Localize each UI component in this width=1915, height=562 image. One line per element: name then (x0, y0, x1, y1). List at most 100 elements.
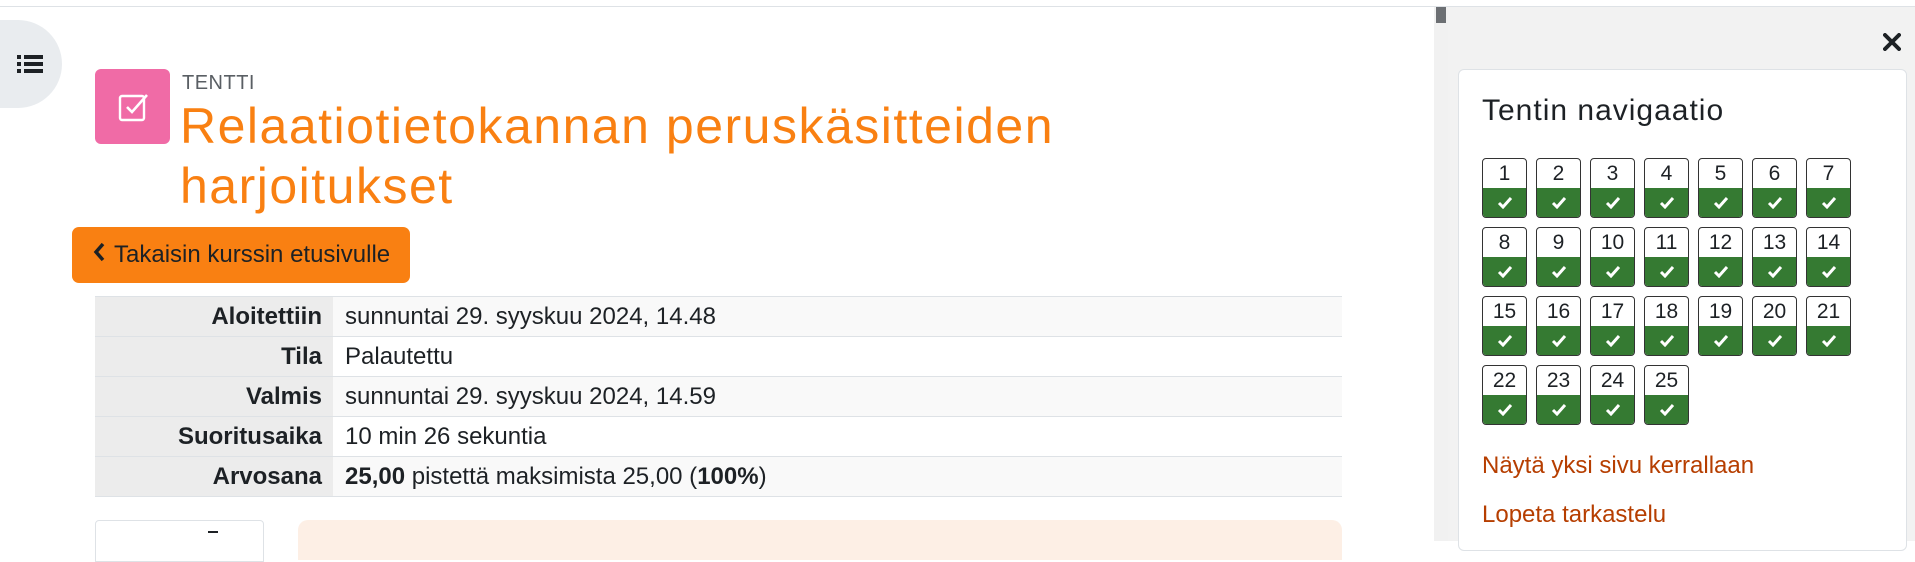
grade-text: pistettä maksimista 25,00 ( (405, 462, 698, 490)
check-icon (1537, 257, 1580, 286)
quiz-checkbox-icon (95, 69, 170, 144)
question-nav-button[interactable]: 16 (1536, 296, 1581, 356)
question-number: 8 (1498, 230, 1511, 254)
check-icon (1483, 257, 1526, 286)
question-nav-button[interactable]: 24 (1590, 365, 1635, 425)
question-nav-button[interactable]: 13 (1752, 227, 1797, 287)
summary-row-started: Aloitettiin sunnuntai 29. syyskuu 2024, … (95, 296, 1342, 337)
check-icon (1645, 395, 1688, 424)
check-icon (1483, 188, 1526, 217)
question-number: 1 (1498, 161, 1511, 185)
question-number: 21 (1816, 299, 1841, 323)
question-number: 19 (1708, 299, 1733, 323)
check-icon (1645, 326, 1688, 355)
question-number: 4 (1660, 161, 1673, 185)
grade-text-end: ) (758, 462, 767, 490)
question-nav-button[interactable]: 7 (1806, 158, 1851, 218)
question-number: 3 (1606, 161, 1619, 185)
summary-label: Tila (95, 336, 333, 377)
check-icon (1753, 257, 1796, 286)
check-icon (1591, 188, 1634, 217)
check-icon (1699, 326, 1742, 355)
question-number: 2 (1552, 161, 1565, 185)
question-nav-button[interactable]: 19 (1698, 296, 1743, 356)
summary-row-duration: Suoritusaika 10 min 26 sekuntia (95, 416, 1342, 457)
question-nav-button[interactable]: 10 (1590, 227, 1635, 287)
question-nav-button[interactable]: 21 (1806, 296, 1851, 356)
question-number: 18 (1654, 299, 1679, 323)
summary-label: Valmis (95, 376, 333, 417)
check-icon (1483, 395, 1526, 424)
question-number: 6 (1768, 161, 1781, 185)
question-nav-button[interactable]: 20 (1752, 296, 1797, 356)
question-nav-button[interactable]: 15 (1482, 296, 1527, 356)
question-nav-button[interactable]: 6 (1752, 158, 1797, 218)
quiz-navigation-title: Tentin navigaatio (1482, 94, 1725, 127)
check-icon (1591, 395, 1634, 424)
question-nav-button[interactable]: 4 (1644, 158, 1689, 218)
summary-row-completed: Valmis sunnuntai 29. syyskuu 2024, 14.59 (95, 376, 1342, 417)
summary-value: 10 min 26 sekuntia (333, 416, 1342, 457)
question-nav-button[interactable]: 17 (1590, 296, 1635, 356)
check-icon (1645, 188, 1688, 217)
question-nav-button[interactable]: 1 (1482, 158, 1527, 218)
check-icon (1699, 257, 1742, 286)
check-icon (1699, 188, 1742, 217)
check-icon (1753, 188, 1796, 217)
question-number: 9 (1552, 230, 1565, 254)
question-button-grid: 1 2 3 4 5 6 7 8 9 10 11 12 13 14 15 16 17 18 19 20 21 22 23 24 2… (1482, 158, 1902, 425)
question-nav-button[interactable]: 18 (1644, 296, 1689, 356)
question-nav-button[interactable]: 9 (1536, 227, 1581, 287)
question-number: 22 (1492, 368, 1517, 392)
activity-type-label: TENTTI (182, 72, 255, 94)
question-nav-button[interactable]: 5 (1698, 158, 1743, 218)
check-icon (1807, 257, 1850, 286)
question-nav-button[interactable]: 3 (1590, 158, 1635, 218)
summary-label: Arvosana (95, 456, 333, 497)
question-nav-button[interactable]: 12 (1698, 227, 1743, 287)
finish-review-link[interactable]: Lopeta tarkastelu (1482, 501, 1666, 529)
question-number: 16 (1546, 299, 1571, 323)
check-icon (1483, 326, 1526, 355)
show-one-page-link[interactable]: Näytä yksi sivu kerrallaan (1482, 452, 1754, 480)
summary-row-grade: Arvosana 25,00 pistettä maksimista 25,00… (95, 456, 1342, 497)
check-icon (1591, 257, 1634, 286)
summary-value: Palautettu (333, 336, 1342, 377)
attempt-summary-table: Aloitettiin sunnuntai 29. syyskuu 2024, … (95, 296, 1342, 497)
question-nav-button[interactable]: 22 (1482, 365, 1527, 425)
check-icon (1537, 326, 1580, 355)
back-button-label: Takaisin kurssin etusivulle (114, 241, 391, 268)
question-nav-button[interactable]: 11 (1644, 227, 1689, 287)
question-number: 17 (1600, 299, 1625, 323)
question-nav-button[interactable]: 2 (1536, 158, 1581, 218)
scrollbar[interactable] (1434, 7, 1448, 541)
check-icon (1807, 188, 1850, 217)
page-title: Relaatiotietokannan peruskäsitteiden har… (180, 98, 1054, 214)
question-number: 10 (1600, 230, 1625, 254)
question-nav-button[interactable]: 25 (1644, 365, 1689, 425)
question-nav-button[interactable]: 23 (1536, 365, 1581, 425)
question-number: 5 (1714, 161, 1727, 185)
check-icon (1807, 326, 1850, 355)
check-icon (1645, 257, 1688, 286)
question-number: 13 (1762, 230, 1787, 254)
chevron-left-icon (92, 241, 106, 270)
question-number: 15 (1492, 299, 1517, 323)
question-number: 11 (1655, 230, 1678, 254)
question-info-card (95, 520, 264, 562)
grade-percent: 100% (697, 462, 759, 490)
grade-value: 25,00 pistettä maksimista 25,00 (100%) (333, 456, 1342, 497)
check-icon (1537, 395, 1580, 424)
question-number: 14 (1816, 230, 1841, 254)
quiz-navigation-block: Tentin navigaatio 1 2 3 4 5 6 7 8 9 10 11 12 13 14 15 1… (1458, 69, 1907, 551)
summary-label: Aloitettiin (95, 296, 333, 337)
question-content-box (298, 520, 1342, 560)
question-nav-button[interactable]: 14 (1806, 227, 1851, 287)
question-nav-button[interactable]: 8 (1482, 227, 1527, 287)
close-drawer-button[interactable] (1877, 27, 1907, 57)
question-number: 12 (1708, 230, 1733, 254)
question-number: 25 (1654, 368, 1679, 392)
back-to-course-button[interactable]: Takaisin kurssin etusivulle (72, 227, 411, 283)
scrollbar-thumb[interactable] (1436, 7, 1446, 23)
summary-label: Suoritusaika (95, 416, 333, 457)
